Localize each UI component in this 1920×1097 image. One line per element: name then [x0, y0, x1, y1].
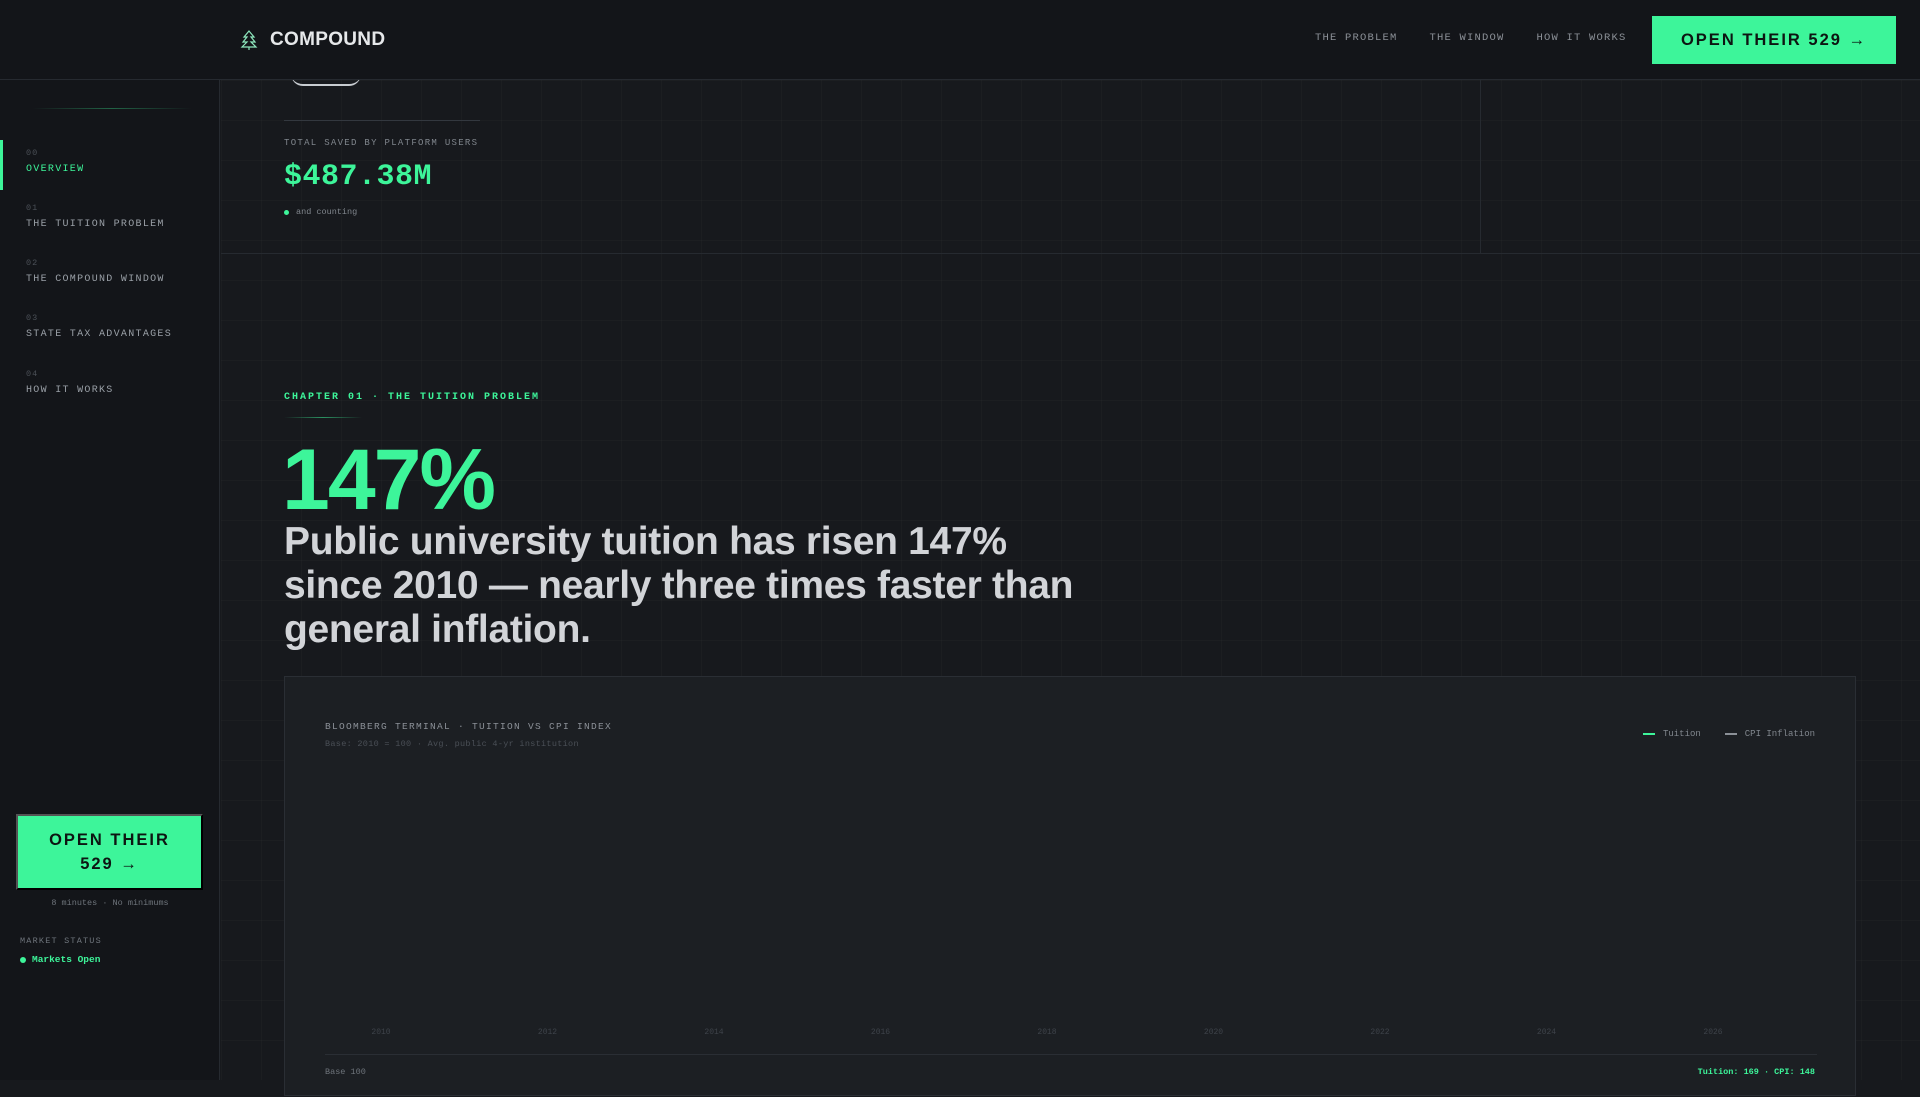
- sidebar-item-label: HOW IT WORKS: [26, 385, 114, 396]
- brand-name: COMPOUND: [270, 29, 386, 50]
- x-tick-label: 2020: [1204, 1028, 1223, 1037]
- chart-readout: Tuition: 169 · CPI: 148: [1697, 1067, 1815, 1077]
- market-status-label: MARKET STATUS: [20, 936, 102, 946]
- top-nav: THE PROBLEM THE WINDOW HOW IT WORKS: [1315, 32, 1627, 44]
- sidebar-item-label: THE TUITION PROBLEM: [26, 219, 165, 230]
- sidebar-divider: [32, 108, 192, 109]
- band-divider: [1480, 80, 1481, 254]
- chapter-divider: [284, 417, 362, 418]
- open-529-button-sidebar[interactable]: OPEN THEIR 529 →: [16, 814, 203, 890]
- stat-subtext-label: and counting: [296, 207, 358, 217]
- sidebar-item-number: 01: [26, 203, 39, 213]
- brand[interactable]: COMPOUND: [238, 26, 385, 54]
- main-content: TOTAL SAVED BY PLATFORM USERS $487.38M a…: [221, 80, 1920, 1096]
- pine-tree-icon: [240, 30, 258, 50]
- sidebar-item-compound-window[interactable]: 02 THE COMPOUND WINDOW: [0, 250, 220, 300]
- x-tick-label: 2024: [1537, 1028, 1556, 1037]
- cta-note: 8 minutes · No minimums: [51, 898, 169, 908]
- sidebar-item-number: 02: [26, 258, 39, 268]
- status-dot-icon: [20, 956, 26, 963]
- nav-the-window[interactable]: THE WINDOW: [1430, 32, 1505, 44]
- sidebar-item-label: OVERVIEW: [26, 164, 85, 175]
- chart-card: BLOOMBERG TERMINAL · TUITION VS CPI INDE…: [284, 676, 1856, 1096]
- stat-subtext: and counting: [284, 207, 357, 217]
- chapter-eyebrow: CHAPTER 01 · THE TUITION PROBLEM: [284, 392, 541, 403]
- sidebar-item-number: 00: [26, 148, 39, 158]
- big-stat: 147%: [282, 432, 496, 528]
- x-tick-label: 2026: [1703, 1028, 1722, 1037]
- chart-plot: 2010 2012 2014 2016 2018 2020 2022 2024 2026: [371, 1028, 1722, 1037]
- sidebar-item-label: THE COMPOUND WINDOW: [26, 274, 165, 285]
- sidebar-item-state-tax[interactable]: 03 STATE TAX ADVANTAGES: [0, 305, 220, 355]
- x-tick-label: 2022: [1370, 1028, 1389, 1037]
- chart-baseline: [325, 1054, 1817, 1055]
- x-tick-label: 2012: [538, 1028, 557, 1037]
- stat-value: $487.38M: [284, 160, 433, 194]
- x-tick-label: 2014: [704, 1028, 723, 1037]
- nav-how-it-works[interactable]: HOW IT WORKS: [1537, 32, 1627, 44]
- sidebar-item-overview[interactable]: 00 OVERVIEW: [0, 140, 220, 190]
- sidebar-item-tuition-problem[interactable]: 01 THE TUITION PROBLEM: [0, 195, 220, 245]
- x-tick-label: 2016: [871, 1028, 890, 1037]
- sidebar: 00 OVERVIEW 01 THE TUITION PROBLEM 02 TH…: [0, 80, 220, 1080]
- chart-base-label: Base 100: [325, 1067, 366, 1077]
- open-529-button-header[interactable]: OPEN THEIR 529 →: [1652, 16, 1896, 64]
- market-status-value: Markets Open: [32, 954, 101, 965]
- top-header: COMPOUND THE PROBLEM THE WINDOW HOW IT W…: [0, 0, 1920, 80]
- stat-divider: [284, 120, 480, 121]
- sidebar-item-number: 04: [26, 369, 39, 379]
- market-status: Markets Open: [20, 954, 100, 965]
- x-tick-label: 2010: [371, 1028, 390, 1037]
- nav-the-problem[interactable]: THE PROBLEM: [1315, 32, 1398, 44]
- sidebar-item-number: 03: [26, 313, 39, 323]
- sidebar-item-label: STATE TAX ADVANTAGES: [26, 329, 173, 340]
- live-dot-icon: [284, 209, 289, 215]
- stat-label: TOTAL SAVED BY PLATFORM USERS: [284, 138, 479, 148]
- stats-band: TOTAL SAVED BY PLATFORM USERS $487.38M a…: [221, 80, 1920, 254]
- x-tick-label: 2018: [1037, 1028, 1056, 1037]
- sidebar-item-how-it-works[interactable]: 04 HOW IT WORKS: [0, 361, 220, 411]
- chapter-headline: Public university tuition has risen 147%…: [284, 520, 1074, 651]
